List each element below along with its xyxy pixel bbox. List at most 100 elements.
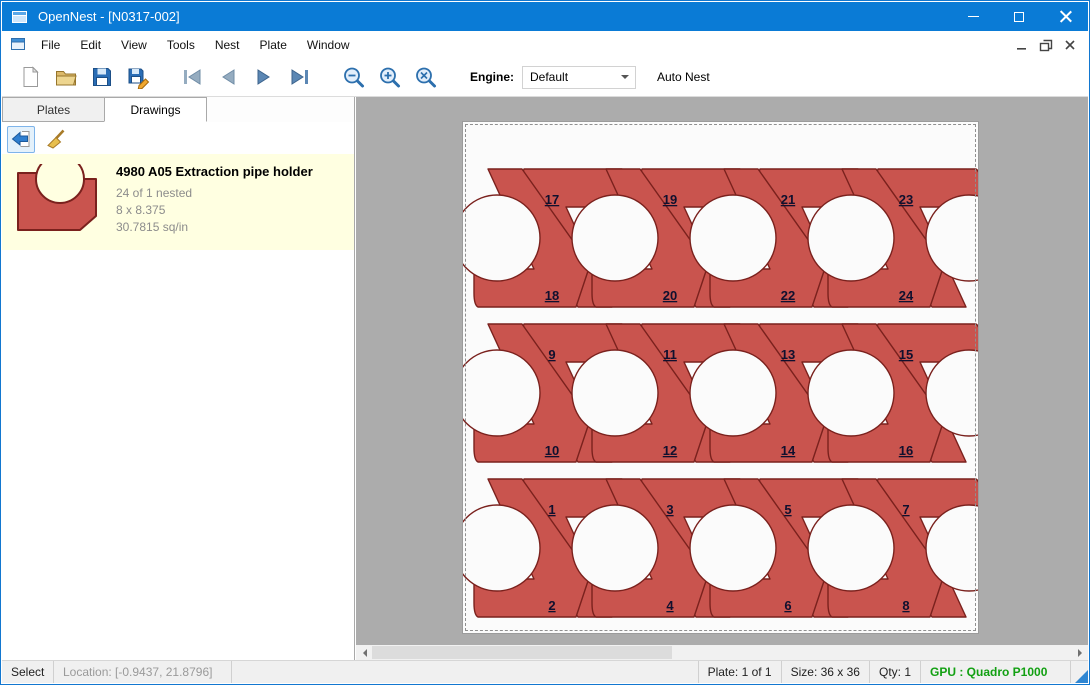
import-drawing-button[interactable] xyxy=(7,126,35,153)
pipe-notch xyxy=(808,195,894,281)
pipe-notch xyxy=(690,505,776,591)
save-button[interactable] xyxy=(84,61,120,93)
part-number: 22 xyxy=(781,288,795,303)
go-next-button[interactable] xyxy=(246,61,282,93)
save-icon xyxy=(90,65,114,89)
go-next-icon xyxy=(251,65,277,89)
scroll-left-button[interactable] xyxy=(356,645,372,660)
maximize-icon xyxy=(1014,12,1024,22)
pipe-notch xyxy=(463,505,540,591)
mdi-document-icon xyxy=(10,37,26,52)
menu-plate[interactable]: Plate xyxy=(250,33,297,57)
auto-nest-button[interactable]: Auto Nest xyxy=(648,65,719,89)
pipe-notch xyxy=(463,195,540,281)
maximize-button[interactable] xyxy=(996,2,1042,31)
zoom-out-button[interactable] xyxy=(336,61,372,93)
mdi-window-controls xyxy=(1010,35,1088,55)
zoom-out-icon xyxy=(341,65,367,89)
part-number: 8 xyxy=(902,598,909,613)
engine-label: Engine: xyxy=(470,70,514,84)
titlebar: OpenNest - [N0317-002] xyxy=(2,2,1088,31)
scrollbar-thumb[interactable] xyxy=(372,646,672,659)
window-title: OpenNest - [N0317-002] xyxy=(38,9,180,24)
part-number: 21 xyxy=(781,192,795,207)
drawing-info: 4980 A05 Extraction pipe holder 24 of 1 … xyxy=(116,164,313,236)
part-number: 23 xyxy=(899,192,913,207)
drawing-area: 30.7815 sq/in xyxy=(116,219,313,236)
minimize-button[interactable] xyxy=(950,2,996,31)
close-button[interactable] xyxy=(1042,2,1088,31)
go-first-button[interactable] xyxy=(174,61,210,93)
drawing-list-item[interactable]: 4980 A05 Extraction pipe holder 24 of 1 … xyxy=(2,154,354,250)
statusbar: Select Location: [-0.9437, 21.8796] Plat… xyxy=(2,660,1088,683)
go-last-icon xyxy=(287,65,313,89)
part-number: 19 xyxy=(663,192,677,207)
mdi-restore-button[interactable] xyxy=(1034,35,1058,55)
engine-dropdown[interactable]: Default xyxy=(522,66,636,89)
part-number: 6 xyxy=(784,598,791,613)
part-number: 4 xyxy=(666,598,674,613)
mdi-close-icon xyxy=(1061,36,1079,54)
menubar: File Edit View Tools Nest Plate Window xyxy=(2,31,1088,58)
pipe-notch xyxy=(690,350,776,436)
app-icon xyxy=(11,9,29,25)
pipe-notch xyxy=(808,350,894,436)
menu-file[interactable]: File xyxy=(31,33,70,57)
engine-value: Default xyxy=(523,70,621,84)
close-icon xyxy=(1059,10,1072,23)
zoom-in-icon xyxy=(377,65,403,89)
menu-nest[interactable]: Nest xyxy=(205,33,250,57)
zoom-in-button[interactable] xyxy=(372,61,408,93)
pipe-notch xyxy=(572,505,658,591)
new-document-icon xyxy=(18,65,42,89)
broom-icon xyxy=(45,128,67,150)
part-number: 14 xyxy=(781,443,796,458)
new-document-button[interactable] xyxy=(12,61,48,93)
statusbar-end xyxy=(1070,661,1088,683)
pipe-notch xyxy=(808,505,894,591)
menu-window[interactable]: Window xyxy=(297,33,360,57)
drawing-title: 4980 A05 Extraction pipe holder xyxy=(116,164,313,179)
pipe-notch xyxy=(690,195,776,281)
mdi-minimize-icon xyxy=(1013,36,1031,54)
clean-drawings-button[interactable] xyxy=(42,126,70,153)
menu-view[interactable]: View xyxy=(111,33,157,57)
part-number: 13 xyxy=(781,347,795,362)
open-file-button[interactable] xyxy=(48,61,84,93)
part-number: 20 xyxy=(663,288,677,303)
drawing-size: 8 x 8.375 xyxy=(116,202,313,219)
minimize-icon xyxy=(968,16,979,17)
part-number: 5 xyxy=(784,502,791,517)
save-edit-icon xyxy=(126,65,150,89)
go-previous-button[interactable] xyxy=(210,61,246,93)
zoom-fit-button[interactable] xyxy=(408,61,444,93)
drawing-nested-count: 24 of 1 nested xyxy=(116,185,313,202)
mode-status: Select xyxy=(2,661,54,683)
resize-grip[interactable] xyxy=(1075,670,1088,683)
pipe-notch xyxy=(572,195,658,281)
nest-canvas[interactable]: 171819202122232491011121314151612345678 xyxy=(356,97,1088,660)
go-last-button[interactable] xyxy=(282,61,318,93)
menu-edit[interactable]: Edit xyxy=(70,33,111,57)
pipe-notch xyxy=(463,350,540,436)
tab-drawings[interactable]: Drawings xyxy=(104,97,207,122)
tab-plates[interactable]: Plates xyxy=(2,97,105,122)
import-drawing-icon xyxy=(10,128,32,150)
horizontal-scrollbar[interactable] xyxy=(356,645,1088,660)
part-number: 11 xyxy=(663,347,677,362)
part-number: 7 xyxy=(902,502,909,517)
mdi-minimize-button[interactable] xyxy=(1010,35,1034,55)
part-number: 10 xyxy=(545,443,559,458)
quantity-status: Qty: 1 xyxy=(869,661,920,683)
part-number: 12 xyxy=(663,443,677,458)
menu-tools[interactable]: Tools xyxy=(157,33,205,57)
save-edit-button[interactable] xyxy=(120,61,156,93)
go-first-icon xyxy=(179,65,205,89)
sidebar-tabstrip: Plates Drawings xyxy=(2,97,354,122)
arrow-left-icon xyxy=(359,649,367,657)
part-number: 18 xyxy=(545,288,559,303)
mdi-close-button[interactable] xyxy=(1058,35,1082,55)
plate[interactable]: 171819202122232491011121314151612345678 xyxy=(462,121,979,634)
scroll-right-button[interactable] xyxy=(1072,645,1088,660)
plate-size-status: Size: 36 x 36 xyxy=(781,661,869,683)
